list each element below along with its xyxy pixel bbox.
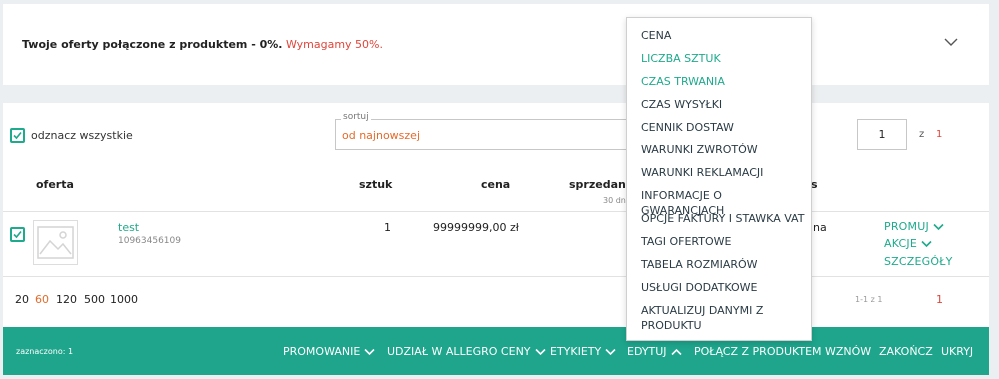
chevron-down-icon xyxy=(921,240,932,248)
promote-menu-label: PROMOWANIE xyxy=(283,345,361,358)
divider xyxy=(3,211,989,212)
sort-value: od najnowszej xyxy=(342,129,421,142)
menu-item-return-policy[interactable]: WARUNKI ZWROTÓW xyxy=(641,142,806,157)
offer-id: 10963456109 xyxy=(118,236,181,246)
resume-button[interactable]: WZNÓW xyxy=(825,345,871,358)
menu-item-shipping-rates[interactable]: CENNIK DOSTAW xyxy=(641,120,806,135)
link-product-button[interactable]: POŁĄCZ Z PRODUKTEM xyxy=(694,345,822,358)
actions-menu-label: AKCJE xyxy=(884,237,918,250)
edit-menu-label: EDYTUJ xyxy=(627,345,667,358)
image-placeholder-icon xyxy=(37,226,74,259)
labels-menu[interactable]: ETYKIETY xyxy=(550,345,616,358)
offer-qty: 1 xyxy=(384,221,391,234)
menu-item-size-table[interactable]: TABELA ROZMIARÓW xyxy=(641,257,806,272)
banner-message: Twoje oferty połączone z produktem - 0%.… xyxy=(22,38,383,51)
menu-item-duration[interactable]: CZAS TRWANIA xyxy=(641,74,806,89)
chevron-down-icon[interactable] xyxy=(943,34,959,50)
checkmark-icon xyxy=(13,230,22,239)
end-button[interactable]: ZAKOŃCZ xyxy=(879,345,933,358)
edit-dropdown-menu: CENA LICZBA SZTUK CZAS TRWANIA CZAS WYSY… xyxy=(626,17,812,341)
per-page-60[interactable]: 60 xyxy=(35,293,49,306)
menu-item-complaint-policy[interactable]: WARUNKI REKLAMACJI xyxy=(641,165,806,180)
column-header-sold-sub: 30 dn xyxy=(603,196,626,205)
offer-name-link[interactable]: test xyxy=(118,221,139,234)
chevron-down-icon xyxy=(933,223,944,231)
hide-button[interactable]: UKRYJ xyxy=(941,345,973,358)
current-page[interactable]: 1 xyxy=(936,293,943,306)
offer-price: 99999999,00 zł xyxy=(433,221,519,234)
menu-item-update-from-product[interactable]: AKTUALIZUJ DANYMI Z PRODUKTU xyxy=(641,303,806,333)
menu-item-price[interactable]: CENA xyxy=(641,28,806,43)
details-link[interactable]: SZCZEGÓŁY xyxy=(884,255,953,268)
menu-item-invoice-vat[interactable]: OPCJE FAKTURY I STAWKA VAT xyxy=(641,211,806,226)
per-page-500[interactable]: 500 xyxy=(84,293,105,306)
column-header-sold[interactable]: sprzedanc xyxy=(569,178,632,191)
edit-menu[interactable]: EDYTUJ xyxy=(627,345,682,358)
page-number-input[interactable]: 1 xyxy=(857,119,907,150)
promote-action-label: PROMUJ xyxy=(884,220,929,233)
menu-item-offer-tags[interactable]: TAGI OFERTOWE xyxy=(641,234,806,249)
selected-count: zaznaczono: 1 xyxy=(16,347,74,356)
page-total-link[interactable]: 1 xyxy=(936,129,942,140)
sort-select[interactable]: sortuj od najnowszej xyxy=(335,112,633,150)
bulk-action-bar: zaznaczono: 1 PROMOWANIE UDZIAŁ W ALLEGR… xyxy=(3,327,989,375)
per-page-1000[interactable]: 1000 xyxy=(110,293,138,306)
chevron-up-icon xyxy=(670,348,682,356)
banner-message-warning: Wymagamy 50%. xyxy=(282,38,384,51)
sort-legend: sortuj xyxy=(341,112,371,122)
column-header-qty[interactable]: sztuk xyxy=(359,178,392,191)
pagination-range: 1-1 z 1 xyxy=(855,295,883,304)
offer-thumbnail[interactable] xyxy=(33,220,78,265)
per-page-20[interactable]: 20 xyxy=(15,293,29,306)
select-all-label[interactable]: odznacz wszystkie xyxy=(31,129,133,142)
chevron-down-icon xyxy=(364,348,375,356)
promote-menu[interactable]: PROMOWANIE xyxy=(283,345,375,358)
banner-message-bold: Twoje oferty połączone z produktem - 0%. xyxy=(22,38,283,51)
menu-item-additional-services[interactable]: USŁUGI DODATKOWE xyxy=(641,280,806,295)
allegro-price-menu[interactable]: UDZIAŁ W ALLEGRO CENY xyxy=(387,345,546,358)
promote-action[interactable]: PROMUJ xyxy=(884,220,944,233)
menu-item-quantity[interactable]: LICZBA SZTUK xyxy=(641,51,806,66)
column-header-offer[interactable]: oferta xyxy=(36,178,74,191)
select-all-checkbox[interactable] xyxy=(10,128,25,143)
actions-menu[interactable]: AKCJE xyxy=(884,237,932,250)
labels-menu-label: ETYKIETY xyxy=(550,345,602,358)
chevron-down-icon xyxy=(605,348,616,356)
chevron-down-icon xyxy=(534,348,546,356)
offers-panel: odznacz wszystkie sortuj od najnowszej 1… xyxy=(3,103,989,327)
divider xyxy=(3,276,989,277)
offer-status: na xyxy=(813,221,827,234)
row-checkbox[interactable] xyxy=(10,227,25,242)
column-header-price[interactable]: cena xyxy=(481,178,510,191)
menu-item-shipping-time[interactable]: CZAS WYSYŁKI xyxy=(641,97,806,112)
product-link-banner: Twoje oferty połączone z produktem - 0%.… xyxy=(3,4,989,85)
checkmark-icon xyxy=(13,131,22,140)
allegro-price-menu-label: UDZIAŁ W ALLEGRO CENY xyxy=(387,345,531,358)
per-page-120[interactable]: 120 xyxy=(56,293,77,306)
page-of-label: z xyxy=(919,129,925,140)
